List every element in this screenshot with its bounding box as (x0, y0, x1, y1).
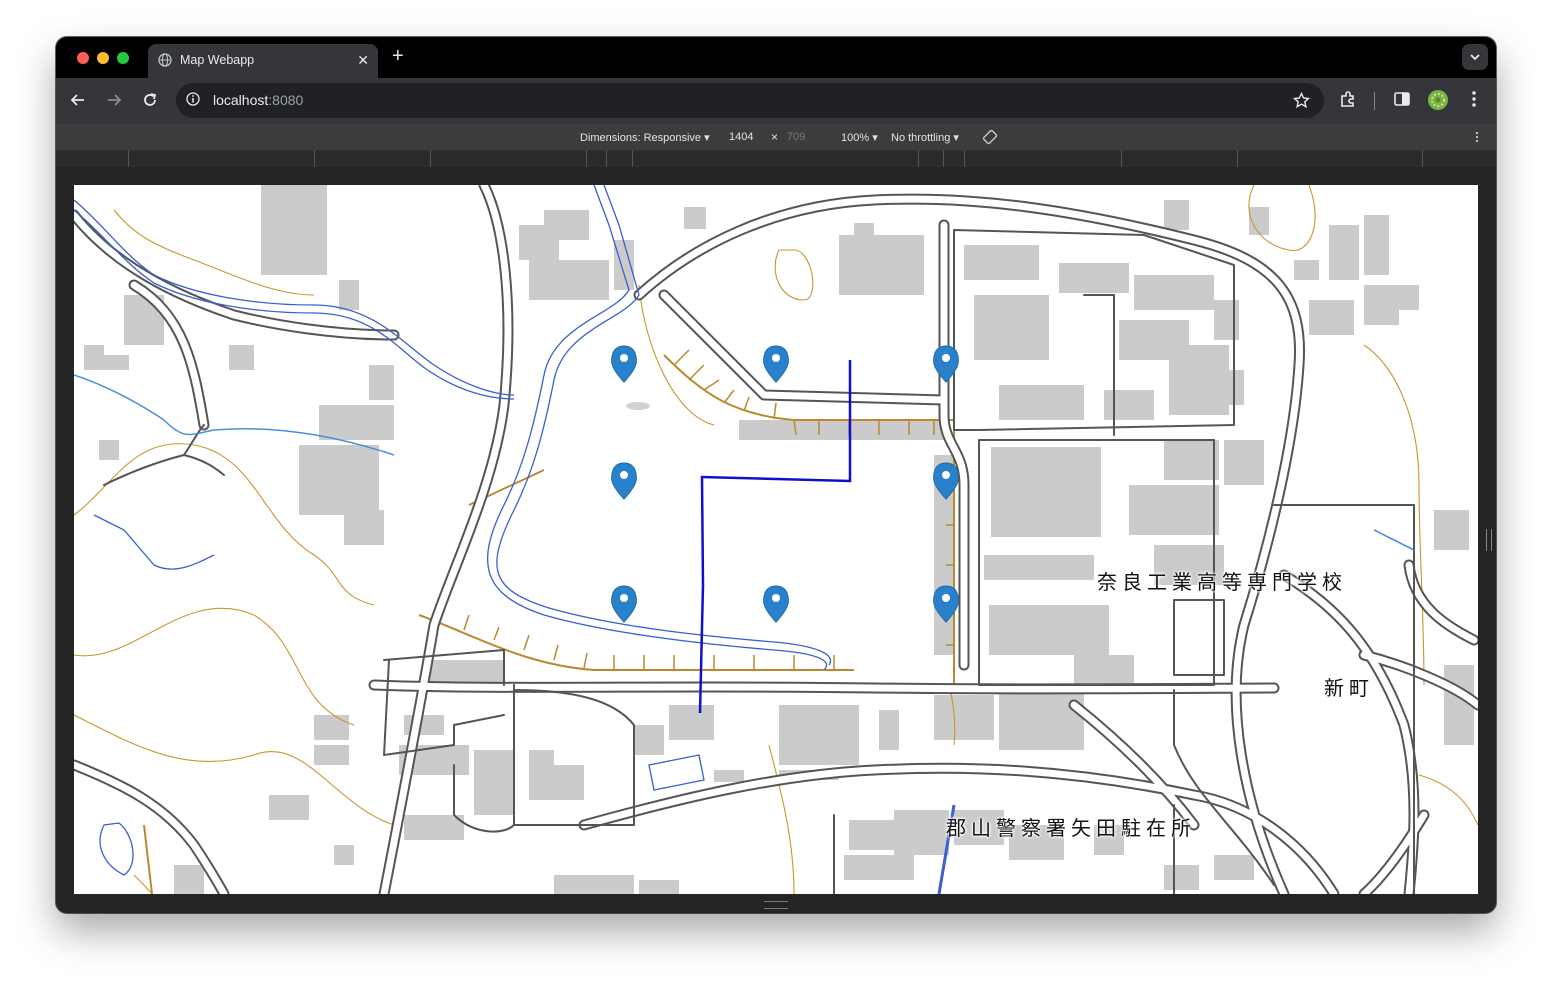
map-marker-6[interactable] (611, 585, 637, 623)
tab-strip: Map Webapp ✕ + (56, 37, 1496, 78)
globe-icon (158, 53, 172, 67)
chevron-down-icon (1470, 54, 1480, 61)
back-icon[interactable] (70, 92, 86, 108)
address-bar[interactable]: localhost:8080 (176, 83, 1324, 118)
extensions-icon[interactable] (1339, 90, 1357, 108)
minimize-window-button[interactable] (97, 52, 109, 64)
map-container[interactable]: 奈良工業高等専門学校 新町 郡山警察署矢田駐在所 (74, 185, 1478, 894)
map-marker-1[interactable] (611, 345, 650, 410)
url-port: :8080 (268, 92, 304, 108)
map-markers[interactable] (611, 345, 959, 623)
map-canvas[interactable] (74, 185, 1478, 894)
maximize-window-button[interactable] (117, 52, 129, 64)
map-label-police-box: 郡山警察署矢田駐在所 (946, 818, 1196, 840)
reload-icon[interactable] (142, 92, 158, 108)
viewport-bottom-resize-handle[interactable] (764, 901, 788, 909)
map-marker-2[interactable] (763, 345, 789, 383)
side-panel-icon[interactable] (1393, 90, 1411, 108)
device-more-icon[interactable] (1474, 131, 1480, 143)
throttling-dropdown[interactable]: No throttling ▾ (891, 131, 959, 144)
zoom-value: 100% (841, 132, 870, 144)
height-input[interactable]: 709 (787, 131, 805, 143)
tab-search-button[interactable] (1462, 44, 1488, 70)
zoom-dropdown[interactable]: 100% ▾ (841, 131, 878, 144)
profile-avatar[interactable] (1427, 89, 1449, 111)
map-label-shinmachi: 新町 (1324, 678, 1374, 700)
width-input[interactable]: 1404 (729, 131, 753, 143)
map-marker-4[interactable] (611, 462, 637, 500)
forward-icon[interactable] (106, 92, 122, 108)
close-tab-icon[interactable]: ✕ (357, 52, 369, 69)
dimensions-dropdown[interactable]: Dimensions: Responsive ▾ (580, 131, 710, 144)
toolbar-divider (1374, 92, 1375, 110)
browser-toolbar: localhost:8080 (56, 78, 1496, 124)
map-marker-7[interactable] (763, 585, 789, 623)
site-info-icon[interactable] (186, 92, 200, 106)
device-toolbar: Dimensions: Responsive ▾ 1404 × 709 100%… (56, 124, 1496, 151)
new-tab-button[interactable]: + (392, 45, 404, 68)
map-label-nara-kosen: 奈良工業高等専門学校 (1097, 572, 1347, 594)
tab-map-webapp[interactable]: Map Webapp ✕ (148, 44, 378, 78)
url-text[interactable]: localhost:8080 (213, 92, 303, 108)
dimensions-label: Dimensions: Responsive (580, 132, 702, 144)
close-window-button[interactable] (77, 52, 89, 64)
media-query-ruler[interactable] (56, 150, 1496, 168)
viewport-side-resize-handle[interactable] (1486, 529, 1492, 551)
tab-title: Map Webapp (180, 53, 255, 67)
bookmark-star-icon[interactable] (1293, 92, 1310, 109)
browser-window: Map Webapp ✕ + localhost:8080 Dimensions… (56, 37, 1496, 913)
rotate-icon[interactable] (982, 129, 998, 145)
url-host: localhost (213, 92, 269, 108)
browser-menu-icon[interactable] (1468, 90, 1480, 108)
times-sign: × (771, 130, 779, 144)
throttling-value: No throttling (891, 132, 951, 144)
